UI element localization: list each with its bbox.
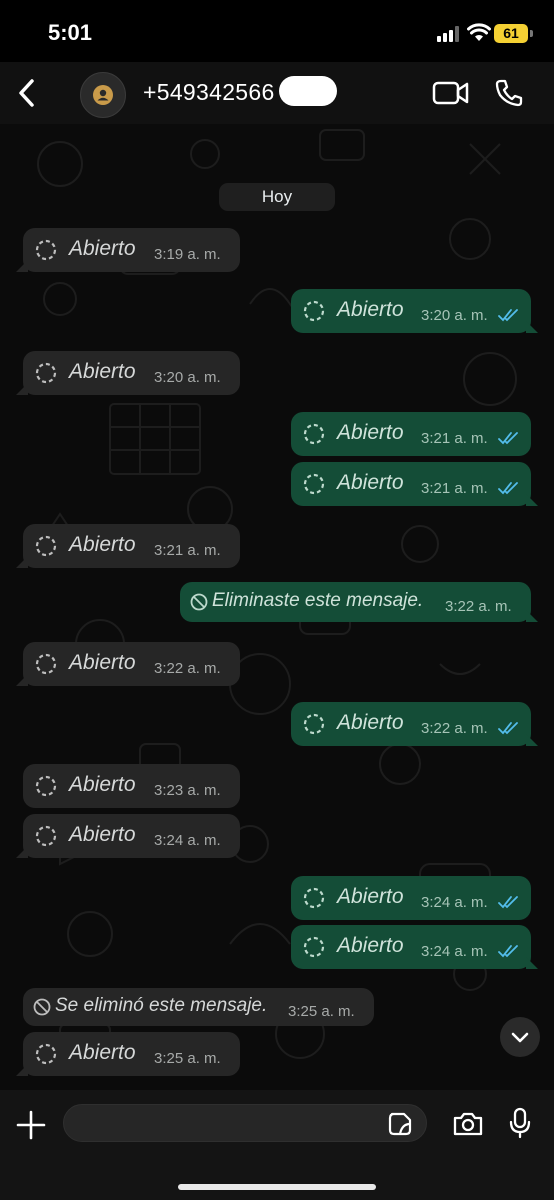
message-time: 3:24 a. m.	[154, 832, 221, 849]
message-text: Abierto	[337, 885, 404, 908]
message-time: 3:25 a. m.	[154, 1050, 221, 1067]
message-bubble-incoming[interactable]: Abierto 3:19 a. m.	[16, 228, 240, 272]
double-check-read-icon	[498, 309, 518, 322]
message-text: Abierto	[337, 934, 404, 957]
deleted-message-outgoing[interactable]: Eliminaste este mensaje. 3:22 a. m.	[180, 582, 538, 622]
chevron-left-icon[interactable]	[14, 77, 40, 109]
message-time: 3:24 a. m.	[421, 943, 488, 960]
message-time: 3:20 a. m.	[421, 307, 488, 324]
microphone-icon[interactable]	[509, 1107, 531, 1139]
redaction-mark	[279, 76, 337, 106]
view-once-opened-icon	[35, 362, 57, 384]
double-check-read-icon	[498, 896, 518, 909]
double-check-read-icon	[498, 432, 518, 445]
chevron-down-icon	[511, 1032, 529, 1043]
camera-icon[interactable]	[452, 1111, 484, 1137]
message-text: Se eliminó este mensaje.	[55, 995, 268, 1016]
video-camera-icon[interactable]	[432, 80, 470, 106]
view-once-opened-icon	[303, 423, 325, 445]
home-indicator	[178, 1184, 376, 1190]
status-time: 5:01	[48, 20, 93, 45]
message-time: 3:22 a. m.	[154, 660, 221, 677]
prohibited-icon	[33, 998, 51, 1016]
message-bubble-outgoing[interactable]: Abierto 3:21 a. m.	[291, 462, 538, 506]
date-divider: Hoy	[219, 183, 335, 211]
message-text: Eliminaste este mensaje.	[212, 590, 424, 611]
message-text: Abierto	[337, 298, 404, 321]
view-once-opened-icon	[35, 653, 57, 675]
sticker-icon[interactable]	[388, 1112, 412, 1136]
message-input[interactable]	[63, 1104, 427, 1142]
message-text: Abierto	[69, 651, 136, 674]
chat-area[interactable]: Hoy Abierto 3:19 a. m. Abierto 3:20 a. m…	[0, 124, 554, 1090]
view-once-opened-icon	[35, 535, 57, 557]
view-once-opened-icon	[35, 825, 57, 847]
message-time: 3:23 a. m.	[154, 782, 221, 799]
message-time: 3:25 a. m.	[288, 1003, 355, 1020]
battery-level: 61	[494, 24, 528, 43]
message-bubble-outgoing[interactable]: Abierto 3:24 a. m.	[291, 876, 531, 920]
chat-header: +549342566	[0, 62, 554, 125]
message-time: 3:24 a. m.	[421, 894, 488, 911]
cellular-signal-icon	[437, 26, 459, 42]
prohibited-icon	[190, 593, 208, 611]
plus-icon[interactable]	[16, 1110, 46, 1140]
deleted-message-incoming[interactable]: Se eliminó este mensaje. 3:25 a. m.	[23, 988, 374, 1026]
message-composer	[0, 1090, 554, 1200]
view-once-opened-icon	[35, 239, 57, 261]
double-check-read-icon	[498, 945, 518, 958]
message-text: Abierto	[337, 471, 404, 494]
message-bubble-incoming[interactable]: Abierto 3:20 a. m.	[16, 351, 240, 395]
message-time: 3:22 a. m.	[445, 598, 512, 615]
message-time: 3:22 a. m.	[421, 720, 488, 737]
battery-tip	[530, 30, 533, 37]
person-icon	[93, 85, 113, 105]
message-time: 3:21 a. m.	[421, 480, 488, 497]
message-time: 3:21 a. m.	[154, 542, 221, 559]
view-once-opened-icon	[35, 1043, 57, 1065]
message-text: Abierto	[69, 823, 136, 846]
phone-icon[interactable]	[494, 78, 524, 108]
view-once-opened-icon	[35, 775, 57, 797]
message-bubble-incoming[interactable]: Abierto 3:25 a. m.	[16, 1032, 240, 1076]
message-time: 3:19 a. m.	[154, 246, 221, 263]
message-bubble-outgoing[interactable]: Abierto 3:22 a. m.	[291, 702, 538, 746]
double-check-read-icon	[498, 482, 518, 495]
scroll-to-bottom-button[interactable]	[500, 1017, 540, 1057]
message-text: Abierto	[69, 237, 136, 260]
message-text: Abierto	[69, 533, 136, 556]
message-text: Abierto	[69, 1041, 136, 1064]
message-time: 3:20 a. m.	[154, 369, 221, 386]
contact-name[interactable]: +549342566	[143, 79, 275, 106]
message-bubble-incoming[interactable]: Abierto 3:24 a. m.	[16, 814, 240, 858]
message-text: Abierto	[337, 711, 404, 734]
message-bubble-outgoing[interactable]: Abierto 3:20 a. m.	[291, 289, 538, 333]
message-bubble-outgoing[interactable]: Abierto 3:21 a. m.	[291, 412, 531, 456]
wifi-icon	[467, 23, 491, 41]
contact-avatar[interactable]	[80, 72, 126, 118]
message-bubble-incoming[interactable]: Abierto 3:22 a. m.	[16, 642, 240, 686]
message-bubble-incoming[interactable]: Abierto 3:21 a. m.	[16, 524, 240, 568]
message-text: Abierto	[69, 360, 136, 383]
message-time: 3:21 a. m.	[421, 430, 488, 447]
view-once-opened-icon	[303, 887, 325, 909]
view-once-opened-icon	[303, 713, 325, 735]
message-text: Abierto	[69, 773, 136, 796]
message-bubble-outgoing[interactable]: Abierto 3:24 a. m.	[291, 925, 538, 969]
view-once-opened-icon	[303, 936, 325, 958]
status-bar: 5:01 61	[0, 0, 554, 62]
double-check-read-icon	[498, 722, 518, 735]
view-once-opened-icon	[303, 473, 325, 495]
message-text: Abierto	[337, 421, 404, 444]
view-once-opened-icon	[303, 300, 325, 322]
message-bubble-incoming[interactable]: Abierto 3:23 a. m.	[23, 764, 240, 808]
